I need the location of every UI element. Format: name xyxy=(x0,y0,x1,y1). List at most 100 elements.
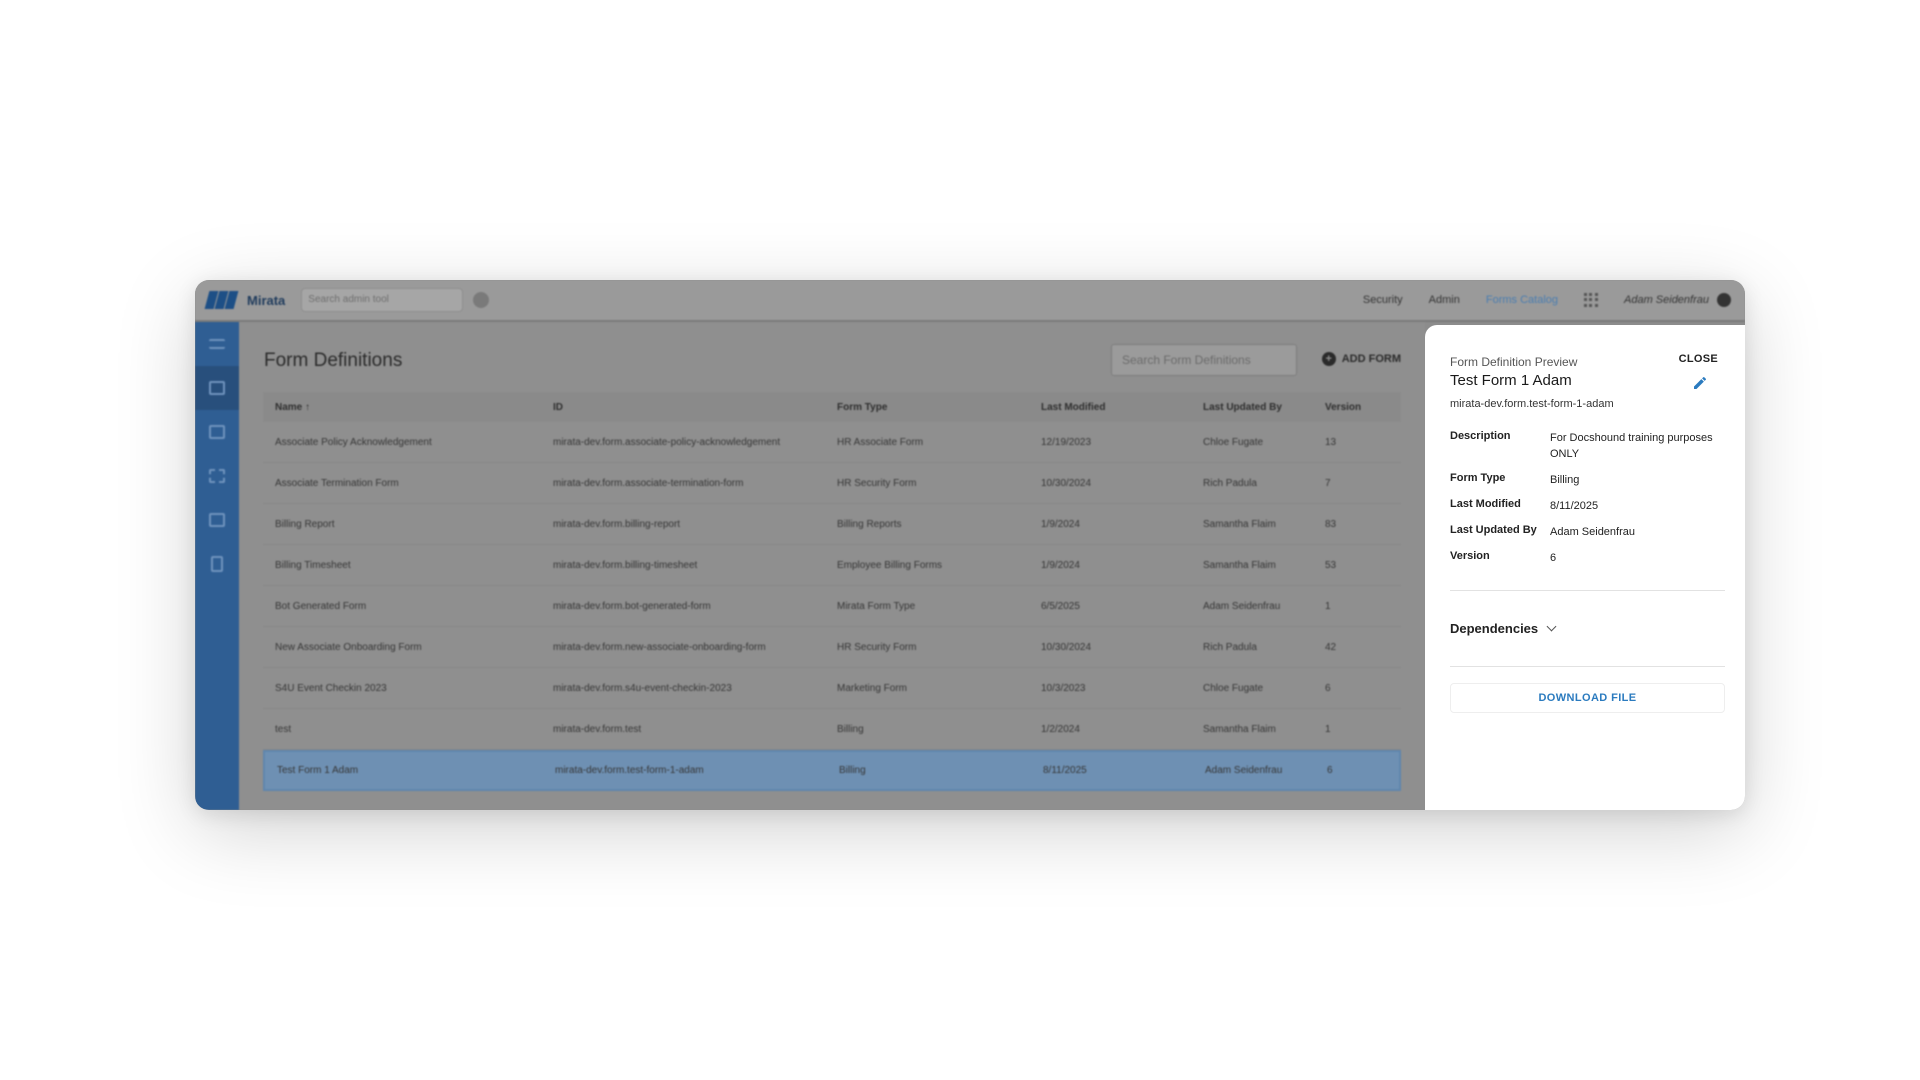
column-header-id[interactable]: ID xyxy=(553,402,837,413)
cell-form-type: Mirata Form Type xyxy=(837,600,916,612)
column-header-version[interactable]: Version xyxy=(1325,402,1405,413)
cell-last-updated-by: Samantha Flaim xyxy=(1203,518,1276,530)
detail-value: Billing xyxy=(1550,474,1580,486)
cell-last-modified: 10/3/2023 xyxy=(1041,682,1086,694)
detail-label: Last Updated By xyxy=(1450,524,1537,536)
mirata-logo-icon xyxy=(204,289,239,311)
cell-last-modified: 10/30/2024 xyxy=(1041,477,1092,489)
cell-name: Associate Policy Acknowledgement xyxy=(275,436,432,448)
cell-last-updated-by: Rich Padula xyxy=(1203,477,1257,489)
top-nav: Security Admin Forms Catalog Adam Seiden… xyxy=(1363,293,1745,307)
cell-last-modified: 10/30/2024 xyxy=(1041,641,1092,653)
form-definitions-table: Name ↑ ID Form Type Last Modified Last U… xyxy=(263,392,1401,791)
nav-admin[interactable]: Admin xyxy=(1429,294,1460,306)
preview-title: Test Form 1 Adam xyxy=(1450,372,1572,389)
clipboard-icon[interactable] xyxy=(195,542,239,586)
cell-form-type: Billing xyxy=(837,723,864,735)
table-row[interactable]: test mirata-dev.form.test Billing 1/2/2024 S… xyxy=(263,709,1401,750)
cell-id: mirata-dev.form.test-form-1-adam xyxy=(555,765,704,776)
cell-version: 83 xyxy=(1325,518,1337,530)
cell-id: mirata-dev.form.associate-termination-fo… xyxy=(553,477,744,489)
cell-id: mirata-dev.form.new-associate-onboarding… xyxy=(553,641,766,653)
preview-details: Description For Docshound training purpos… xyxy=(1450,430,1725,566)
cell-id: mirata-dev.form.bot-generated-form xyxy=(553,600,711,612)
table-row[interactable]: Test Form 1 Adam mirata-dev.form.test-for… xyxy=(263,750,1401,791)
logo[interactable]: Mirata xyxy=(204,289,286,311)
table-row[interactable]: Billing Timesheet mirata-dev.form.billing… xyxy=(263,545,1401,586)
image-icon[interactable] xyxy=(195,498,239,542)
preview-form-id: mirata-dev.form.test-form-1-adam xyxy=(1450,398,1614,410)
cell-version: 6 xyxy=(1327,765,1333,776)
table-row[interactable]: Associate Termination Form mirata-dev.for… xyxy=(263,463,1401,504)
apps-grid-icon[interactable] xyxy=(1584,293,1598,307)
menu-icon[interactable] xyxy=(195,322,239,366)
cell-name: S4U Event Checkin 2023 xyxy=(275,682,387,694)
cell-form-type: HR Associate Form xyxy=(837,436,924,448)
close-button[interactable]: CLOSE xyxy=(1679,353,1718,365)
dependencies-toggle[interactable]: Dependencies xyxy=(1450,621,1725,636)
table-row[interactable]: New Associate Onboarding Form mirata-dev.… xyxy=(263,627,1401,668)
column-header-last-updated-by[interactable]: Last Updated By xyxy=(1203,402,1325,413)
download-file-button[interactable]: DOWNLOAD FILE xyxy=(1450,683,1725,713)
cell-version: 13 xyxy=(1325,436,1337,448)
edit-pencil-icon[interactable] xyxy=(1692,375,1708,391)
cell-form-type: HR Security Form xyxy=(837,641,917,653)
cell-version: 6 xyxy=(1325,682,1331,694)
workflow-icon[interactable] xyxy=(195,454,239,498)
forms-list-icon[interactable] xyxy=(195,366,239,410)
cell-id: mirata-dev.form.billing-report xyxy=(553,518,681,530)
cell-form-type: Employee Billing Forms xyxy=(837,559,943,571)
info-icon[interactable] xyxy=(473,292,490,308)
add-form-button[interactable]: + ADD FORM xyxy=(1321,352,1401,366)
form-definitions-search-input[interactable]: Search Form Definitions xyxy=(1111,344,1297,376)
table-body: Associate Policy Acknowledgement mirata-d… xyxy=(263,422,1401,791)
cell-form-type: Marketing Form xyxy=(837,682,908,694)
nav-security[interactable]: Security xyxy=(1363,294,1403,306)
user-account-icon[interactable] xyxy=(1717,293,1731,307)
cell-last-updated-by: Chloe Fugate xyxy=(1203,682,1264,694)
add-library-icon[interactable] xyxy=(195,410,239,454)
cell-last-modified: 1/9/2024 xyxy=(1041,559,1080,571)
column-header-form-type[interactable]: Form Type xyxy=(837,402,1041,413)
cell-name: Associate Termination Form xyxy=(275,477,399,489)
admin-search-input[interactable]: Search admin tool xyxy=(301,288,464,312)
cell-version: 7 xyxy=(1325,477,1331,489)
detail-value: 6 xyxy=(1550,552,1557,564)
dependencies-label: Dependencies xyxy=(1450,621,1539,636)
cell-id: mirata-dev.form.billing-timesheet xyxy=(553,559,698,571)
cell-last-modified: 8/11/2025 xyxy=(1043,765,1087,776)
cell-id: mirata-dev.form.test xyxy=(553,723,642,735)
cell-name: New Associate Onboarding Form xyxy=(275,641,422,653)
cell-form-type: Billing xyxy=(839,765,866,776)
detail-value: Adam Seidenfrau xyxy=(1550,526,1635,538)
form-definition-preview-panel: Form Definition Preview Test Form 1 Adam… xyxy=(1425,325,1745,810)
cell-version: 42 xyxy=(1325,641,1337,653)
cell-name: Bot Generated Form xyxy=(275,600,367,612)
user-name[interactable]: Adam Seidenfrau xyxy=(1624,294,1709,306)
cell-last-modified: 1/9/2024 xyxy=(1041,518,1080,530)
table-row[interactable]: Associate Policy Acknowledgement mirata-d… xyxy=(263,422,1401,463)
cell-version: 1 xyxy=(1325,600,1331,612)
column-header-last-modified[interactable]: Last Modified xyxy=(1041,402,1203,413)
cell-last-modified: 12/19/2023 xyxy=(1041,436,1092,448)
cell-form-type: HR Security Form xyxy=(837,477,917,489)
cell-last-updated-by: Rich Padula xyxy=(1203,641,1257,653)
cell-last-updated-by: Chloe Fugate xyxy=(1203,436,1264,448)
add-form-label: ADD FORM xyxy=(1341,353,1401,365)
cell-id: mirata-dev.form.associate-policy-acknowl… xyxy=(553,436,781,448)
cell-name: test xyxy=(275,723,292,735)
detail-label: Description xyxy=(1450,430,1511,442)
column-header-name[interactable]: Name ↑ xyxy=(275,402,553,413)
cell-last-updated-by: Adam Seidenfrau xyxy=(1205,765,1283,776)
cell-last-updated-by: Adam Seidenfrau xyxy=(1203,600,1281,612)
cell-name: Billing Timesheet xyxy=(275,559,351,571)
nav-forms-catalog[interactable]: Forms Catalog xyxy=(1486,294,1558,306)
table-row[interactable]: Billing Report mirata-dev.form.billing-re… xyxy=(263,504,1401,545)
chevron-down-icon xyxy=(1546,621,1557,632)
table-row[interactable]: Bot Generated Form mirata-dev.form.bot-ge… xyxy=(263,586,1401,627)
logo-text: Mirata xyxy=(247,292,286,308)
cell-last-modified: 6/5/2025 xyxy=(1041,600,1080,612)
table-row[interactable]: S4U Event Checkin 2023 mirata-dev.form.s4… xyxy=(263,668,1401,709)
cell-id: mirata-dev.form.s4u-event-checkin-2023 xyxy=(553,682,732,694)
add-circle-icon: + xyxy=(1321,352,1336,366)
